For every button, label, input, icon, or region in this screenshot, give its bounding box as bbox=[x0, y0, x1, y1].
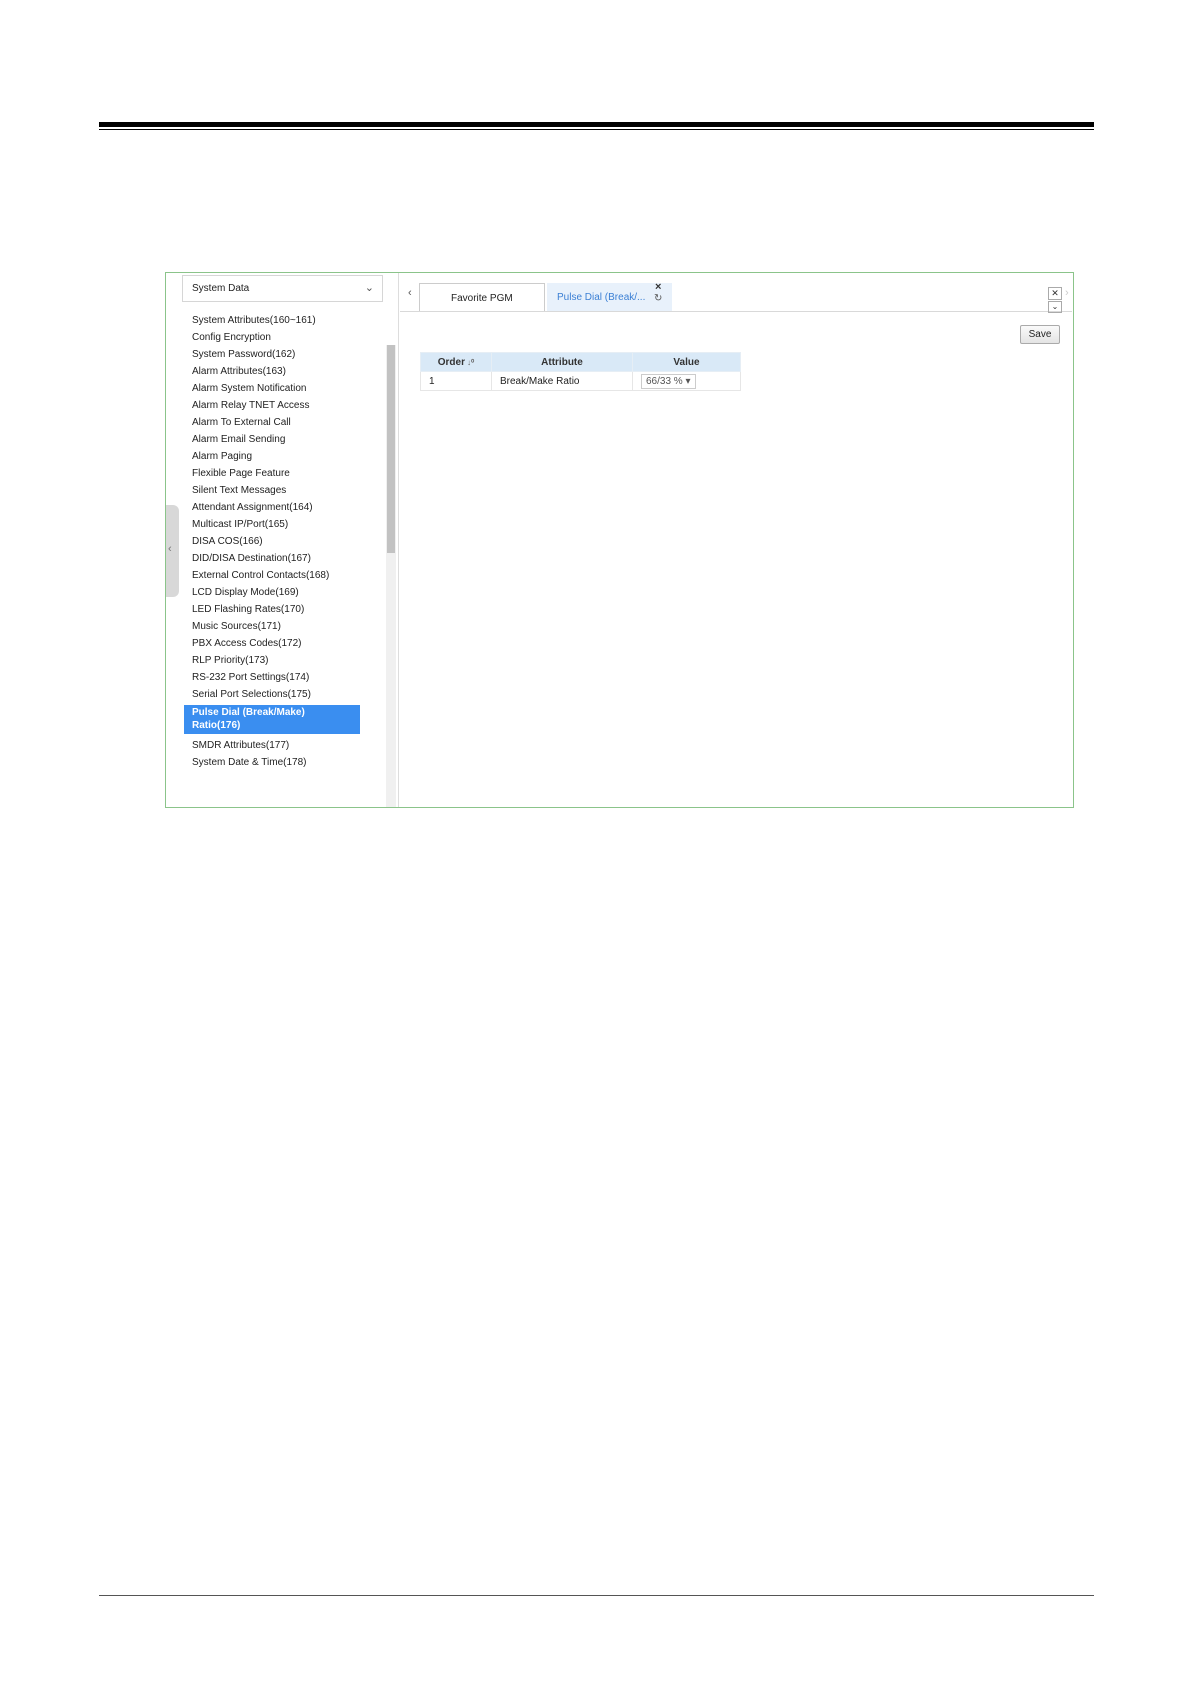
sidebar-item[interactable]: PBX Access Codes(172) bbox=[192, 637, 370, 650]
table-row: 1 Break/Make Ratio 66/33 % ▾ bbox=[420, 371, 741, 391]
sidebar-item[interactable]: LCD Display Mode(169) bbox=[192, 586, 370, 599]
sidebar-item[interactable]: Alarm To External Call bbox=[192, 416, 370, 429]
system-data-dropdown[interactable]: System Data ⌄ bbox=[182, 275, 383, 302]
sidebar-item[interactable]: Music Sources(171) bbox=[192, 620, 370, 633]
tab-scroll-right-icon[interactable]: › bbox=[1065, 287, 1069, 299]
sidebar-item[interactable]: SMDR Attributes(177) bbox=[192, 739, 370, 752]
admin-window: ‹ System Data ⌄ System Attributes(160~16… bbox=[165, 272, 1074, 808]
attribute-table: Order ↓⁰ Attribute Value 1 Break/Make Rat… bbox=[420, 352, 741, 391]
tab-favorite-pgm[interactable]: Favorite PGM bbox=[419, 283, 545, 311]
attribute-cell: Break/Make Ratio bbox=[491, 371, 633, 391]
collapse-sidebar-handle[interactable]: ‹ bbox=[166, 505, 179, 597]
close-all-icon[interactable]: ✕ bbox=[1048, 287, 1062, 300]
sort-icon[interactable]: ↓⁰ bbox=[467, 358, 474, 367]
sidebar-item-label: Ratio(176) bbox=[192, 720, 241, 731]
sidebar-item[interactable]: System Attributes(160~161) bbox=[192, 314, 370, 327]
caret-down-icon: ▾ bbox=[685, 375, 691, 387]
value-cell: 66/33 % ▾ bbox=[632, 371, 741, 391]
sidebar-item-label: Pulse Dial (Break/Make) bbox=[192, 707, 305, 718]
header-rule-thick bbox=[99, 122, 1094, 127]
sidebar-item[interactable]: System Date & Time(178) bbox=[192, 756, 370, 769]
tab-bar: ‹ Favorite PGM Pulse Dial (Break/... × ↻… bbox=[400, 279, 1072, 313]
sidebar-item-pulse-dial[interactable]: Pulse Dial (Break/Make) Ratio(176) bbox=[184, 705, 360, 734]
sidebar-item[interactable]: Alarm Relay TNET Access bbox=[192, 399, 370, 412]
column-header-value: Value bbox=[632, 352, 741, 372]
sidebar-item[interactable]: System Password(162) bbox=[192, 348, 370, 361]
sidebar-item[interactable]: Serial Port Selections(175) bbox=[192, 688, 370, 701]
select-value: 66/33 % bbox=[646, 375, 683, 387]
ratio-select[interactable]: 66/33 % ▾ bbox=[641, 373, 696, 389]
sidebar-item[interactable]: DID/DISA Destination(167) bbox=[192, 552, 370, 565]
sidebar-item[interactable]: RLP Priority(173) bbox=[192, 654, 370, 667]
scrollbar-thumb[interactable] bbox=[387, 345, 395, 553]
sidebar-item[interactable]: RS-232 Port Settings(174) bbox=[192, 671, 370, 684]
sidebar-item[interactable]: LED Flashing Rates(170) bbox=[192, 603, 370, 616]
tab-label: Pulse Dial (Break/... bbox=[557, 292, 646, 303]
tab-label: Favorite PGM bbox=[451, 293, 513, 304]
header-label: Order bbox=[437, 356, 465, 368]
dropdown-label: System Data bbox=[192, 283, 250, 294]
sidebar-scrollbar[interactable] bbox=[386, 345, 396, 807]
sidebar-item[interactable]: External Control Contacts(168) bbox=[192, 569, 370, 582]
column-header-attribute: Attribute bbox=[491, 352, 633, 372]
sidebar-item[interactable]: Multicast IP/Port(165) bbox=[192, 518, 370, 531]
close-tab-icon[interactable]: × bbox=[655, 281, 661, 293]
table-header-row: Order ↓⁰ Attribute Value bbox=[420, 352, 741, 372]
header-rule-thin bbox=[99, 129, 1094, 130]
sidebar-item[interactable]: Config Encryption bbox=[192, 331, 370, 344]
sidebar-item[interactable]: Alarm Paging bbox=[192, 450, 370, 463]
order-cell: 1 bbox=[420, 371, 492, 391]
sidebar-item[interactable]: DISA COS(166) bbox=[192, 535, 370, 548]
sidebar-item[interactable]: Flexible Page Feature bbox=[192, 467, 370, 480]
sidebar: System Data ⌄ System Attributes(160~161)… bbox=[182, 273, 399, 807]
save-button[interactable]: Save bbox=[1020, 325, 1060, 344]
sidebar-item[interactable]: Attendant Assignment(164) bbox=[192, 501, 370, 514]
sidebar-item[interactable]: Alarm System Notification bbox=[192, 382, 370, 395]
sidebar-menu: System Attributes(160~161) Config Encryp… bbox=[182, 314, 382, 807]
sidebar-item[interactable]: Alarm Attributes(163) bbox=[192, 365, 370, 378]
reload-icon[interactable]: ↻ bbox=[654, 293, 662, 304]
column-header-order[interactable]: Order ↓⁰ bbox=[420, 352, 492, 372]
tab-scroll-left-icon[interactable]: ‹ bbox=[408, 287, 412, 299]
footer-rule bbox=[99, 1595, 1094, 1596]
tab-list-chevron-icon[interactable]: ⌄ bbox=[1048, 301, 1062, 313]
sidebar-item[interactable]: Alarm Email Sending bbox=[192, 433, 370, 446]
chevron-left-icon: ‹ bbox=[168, 543, 172, 555]
sidebar-item[interactable]: Silent Text Messages bbox=[192, 484, 370, 497]
chevron-down-icon: ⌄ bbox=[364, 282, 374, 294]
